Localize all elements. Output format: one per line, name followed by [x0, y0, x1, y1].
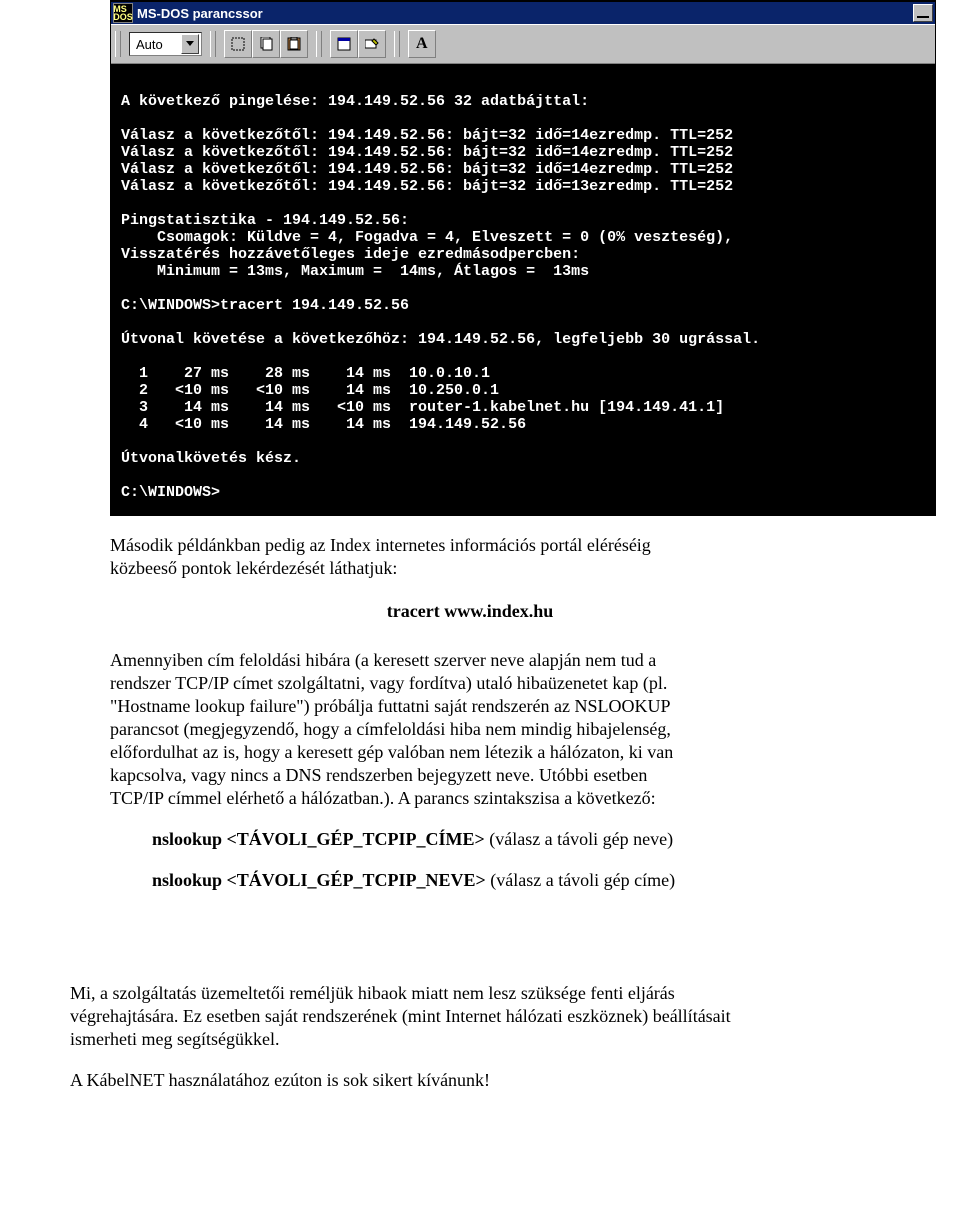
toolbar-handle[interactable] — [115, 31, 121, 57]
text: A KábelNET használatához ezúton is sok s… — [70, 1069, 900, 1092]
text: parancsot (megjegyzendő, hogy a címfelol… — [110, 719, 671, 739]
text: TCP/IP címmel elérhető a hálózatban.). A… — [110, 788, 656, 808]
console-line: 1 27 ms 28 ms 14 ms 10.0.10.1 — [121, 365, 490, 382]
command-syntax-1: nslookup <TÁVOLI_GÉP_TCPIP_CÍME> (válasz… — [152, 828, 830, 851]
toolbar-separator-2 — [316, 31, 322, 57]
minimize-button[interactable] — [913, 4, 933, 22]
toolbar-separator-3 — [394, 31, 400, 57]
console-line: Válasz a következőtől: 194.149.52.56: bá… — [121, 178, 733, 195]
console-line: Útvonalkövetés kész. — [121, 450, 301, 467]
toolbar-separator — [210, 31, 216, 57]
text: közbeeső pontok lekérdezését láthatjuk: — [110, 558, 397, 578]
text: előfordulhat az is, hogy a keresett gép … — [110, 742, 673, 762]
titlebar[interactable]: MSDOS MS-DOS parancssor — [111, 2, 935, 24]
console-line: 4 <10 ms 14 ms 14 ms 194.149.52.56 — [121, 416, 526, 433]
chevron-down-icon[interactable] — [181, 34, 199, 54]
font-size-combo[interactable]: Auto — [129, 32, 202, 56]
letter-a-icon: A — [416, 35, 428, 53]
font-button[interactable]: A — [408, 30, 436, 58]
console-line: Minimum = 13ms, Maximum = 14ms, Átlagos … — [121, 263, 589, 280]
document-body: Második példánkban pedig az Index intern… — [110, 534, 830, 1093]
text: végrehajtására. Ez esetben saját rendsze… — [70, 1006, 731, 1026]
console-line: Válasz a következőtől: 194.149.52.56: bá… — [121, 161, 733, 178]
console-line: 3 14 ms 14 ms <10 ms router-1.kabelnet.h… — [121, 399, 724, 416]
mark-button[interactable] — [224, 30, 252, 58]
console-line: C:\WINDOWS>tracert 194.149.52.56 — [121, 297, 409, 314]
command-syntax-2: nslookup <TÁVOLI_GÉP_TCPIP_NEVE> (válasz… — [152, 869, 830, 892]
console-line: Válasz a következőtől: 194.149.52.56: bá… — [121, 127, 733, 144]
copy-button[interactable] — [252, 30, 280, 58]
console-line: A következő pingelése: 194.149.52.56 32 … — [121, 93, 589, 110]
command-example: tracert www.index.hu — [110, 600, 830, 623]
toolbar: Auto A — [111, 24, 935, 64]
paste-button[interactable] — [280, 30, 308, 58]
console-line: C:\WINDOWS> — [121, 484, 220, 501]
console-line: Pingstatisztika - 194.149.52.56: — [121, 212, 409, 229]
text: rendszer TCP/IP címet szolgáltatni, vagy… — [110, 673, 667, 693]
dos-icon: MSDOS — [113, 3, 133, 23]
text: ismerheti meg segítségükkel. — [70, 1029, 279, 1049]
text: Amennyiben cím feloldási hibára (a keres… — [110, 650, 656, 670]
properties-button[interactable] — [358, 30, 386, 58]
text: "Hostname lookup failure") próbálja futt… — [110, 696, 671, 716]
text: Mi, a szolgáltatás üzemeltetői reméljük … — [70, 983, 675, 1003]
console-line: Válasz a következőtől: 194.149.52.56: bá… — [121, 144, 733, 161]
fullscreen-button[interactable] — [330, 30, 358, 58]
console-line: Útvonal követése a következőhöz: 194.149… — [121, 331, 760, 348]
console-line: Visszatérés hozzávetőleges ideje ezredmá… — [121, 246, 580, 263]
window-title: MS-DOS parancssor — [137, 6, 263, 21]
console-output[interactable]: A következő pingelése: 194.149.52.56 32 … — [111, 64, 935, 515]
console-line: 2 <10 ms <10 ms 14 ms 10.250.0.1 — [121, 382, 499, 399]
console-line: Csomagok: Küldve = 4, Fogadva = 4, Elves… — [121, 229, 733, 246]
text: kapcsolva, vagy nincs a DNS rendszerben … — [110, 765, 647, 785]
text: Második példánkban pedig az Index intern… — [110, 535, 651, 555]
combo-value: Auto — [136, 37, 163, 52]
dos-window: MSDOS MS-DOS parancssor Auto — [110, 0, 936, 516]
